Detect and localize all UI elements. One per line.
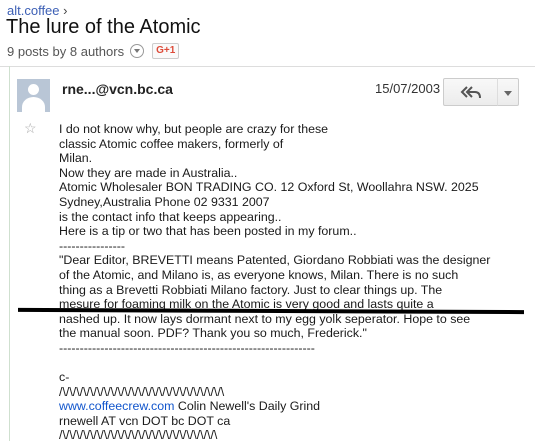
star-icon[interactable]: ☆ bbox=[24, 120, 37, 137]
body-line: the manual soon. PDF? Thank you so much,… bbox=[59, 326, 367, 341]
body-line: I do not know why, but people are crazy … bbox=[59, 122, 329, 136]
body-line: ----------------------------------------… bbox=[59, 340, 315, 355]
body-line: ---------------- bbox=[59, 238, 126, 253]
thread-meta: 9 posts by 8 authors G+1 bbox=[7, 43, 180, 59]
message-body: I do not know why, but people are crazy … bbox=[59, 122, 529, 441]
body-line: Atomic Wholesaler BON TRADING CO. 12 Oxf… bbox=[59, 180, 479, 195]
thread-indent-rule bbox=[9, 66, 10, 441]
reply-all-icon bbox=[460, 86, 481, 99]
signature-dash: c- bbox=[59, 370, 70, 385]
signature-link-line: www.coffeecrew.com Colin Newell's Daily … bbox=[59, 399, 529, 414]
post-count: 9 posts by 8 authors bbox=[7, 43, 125, 59]
coffeecrew-link[interactable]: www.coffeecrew.com bbox=[59, 399, 174, 413]
more-options-button[interactable] bbox=[497, 78, 519, 106]
body-line: Milan. bbox=[59, 151, 93, 166]
signature-wave: /\/\/\/\/\/\/\/\/\/\/\/\/\/\/\/\/\/\/\/\… bbox=[59, 384, 225, 399]
post-date: 15/07/2003 bbox=[375, 81, 441, 96]
signature-email: rnewell AT vcn DOT bc DOT ca bbox=[59, 413, 231, 428]
body-line: Now they are made in Australia.. bbox=[59, 165, 238, 180]
signature-wave: /\/\/\/\/\/\/\/\/\/\/\/\/\/\/\/\/\/\/\/\… bbox=[59, 428, 218, 441]
body-line: thing as a Brevetti Robbiati Milano fact… bbox=[59, 282, 443, 297]
gplus-button[interactable]: G+1 bbox=[152, 43, 180, 59]
signature-tagline: Colin Newell's Daily Grind bbox=[174, 399, 321, 414]
body-line: "Dear Editor, BREVETTI means Patented, G… bbox=[59, 253, 491, 268]
body-line: is the contact info that keeps appearing… bbox=[59, 209, 282, 224]
body-line: Sydney,Australia Phone 02 9331 2007 bbox=[59, 194, 270, 209]
body-line: of the Atomic, and Milano is, as everyon… bbox=[59, 267, 459, 282]
thread-title: The lure of the Atomic bbox=[6, 16, 201, 38]
sender-name[interactable]: rne...@vcn.bc.ca bbox=[62, 81, 173, 97]
body-line: Here is a tip or two that has been poste… bbox=[59, 224, 357, 239]
body-line: classic Atomic coffee makers, formerly o… bbox=[59, 136, 284, 151]
reply-all-button[interactable] bbox=[443, 78, 498, 106]
thread-options-icon[interactable] bbox=[130, 44, 145, 58]
user-avatar-icon[interactable] bbox=[17, 79, 50, 112]
body-line: nashed up. It now lays dormant next to m… bbox=[59, 311, 471, 326]
